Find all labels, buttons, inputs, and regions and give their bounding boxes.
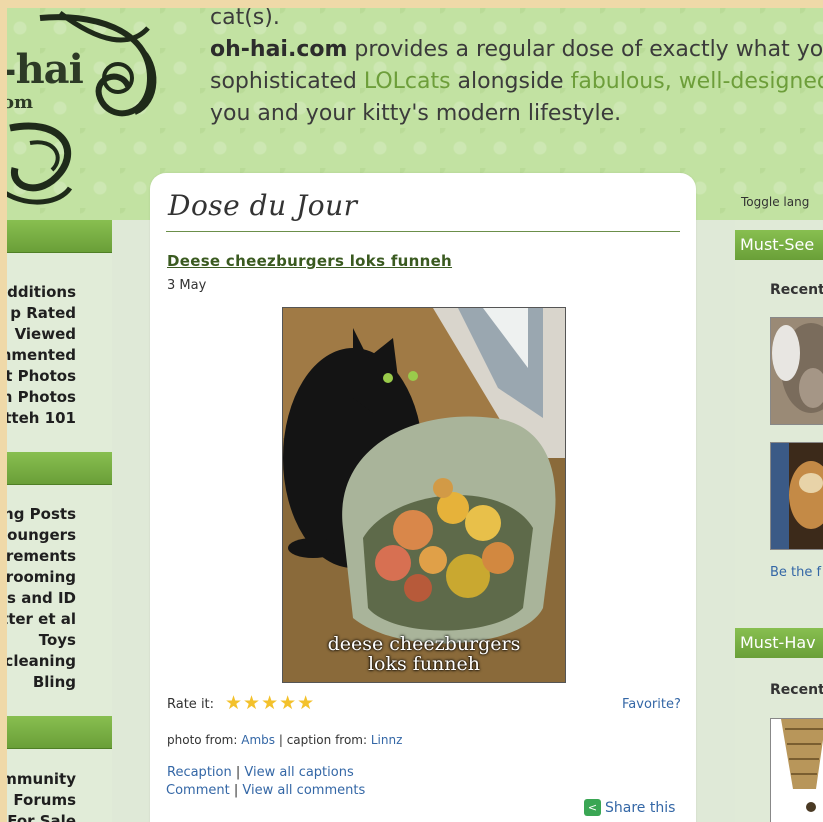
must-see-recent-label: Recent <box>770 282 823 298</box>
link-separator: | <box>233 783 239 798</box>
photo-credits: photo from: Ambs | caption from: Linnz <box>167 733 402 747</box>
left-section-header-2 <box>0 452 112 485</box>
comment-links: Comment | View all comments <box>166 783 365 798</box>
view-all-comments-link[interactable]: View all comments <box>242 783 365 798</box>
page-border-top <box>0 0 823 8</box>
left-menu-item[interactable]: oungers <box>0 525 76 546</box>
must-have-recent-label: Recent <box>770 682 823 698</box>
caption-links: Recaption | View all captions <box>167 765 354 780</box>
left-menu-item[interactable]: tter et al <box>0 609 76 630</box>
page-border-left <box>0 0 7 822</box>
left-menu-item[interactable]: n Photos <box>0 387 76 408</box>
left-menu-item[interactable]: Bling <box>0 672 76 693</box>
share-label: Share this <box>605 799 676 816</box>
toggle-language-link[interactable]: Toggle lang <box>741 195 809 209</box>
photo-from-user-link[interactable]: Ambs <box>241 733 275 747</box>
caption-from-label: | caption from: <box>278 733 368 747</box>
share-button[interactable]: < Share this <box>584 799 675 816</box>
post-title-link[interactable]: Deese cheezburgers loks funneh <box>167 252 452 270</box>
thumbnail-image <box>771 443 823 549</box>
cat-photo-image <box>283 308 565 682</box>
image-caption-line: loks funneh <box>367 653 481 675</box>
title-divider <box>166 231 680 232</box>
site-tagline: cat(s). oh-hai.com provides a regular do… <box>210 8 823 130</box>
logo-text: -hai <box>0 46 84 93</box>
tagline-line3: you and your kitty's modern lifestyle. <box>210 101 622 126</box>
tagline-line2b: alongside <box>450 69 571 94</box>
share-icon: < <box>584 799 601 816</box>
view-all-captions-link[interactable]: View all captions <box>244 765 353 780</box>
recaption-link[interactable]: Recaption <box>167 765 232 780</box>
image-caption: deese cheezburgers loks funneh <box>283 634 565 674</box>
be-first-link[interactable]: Be the f <box>770 565 821 580</box>
must-see-thumbnail[interactable] <box>770 442 823 550</box>
left-menu-item[interactable]: p Rated <box>0 303 76 324</box>
tagline-line2a: sophisticated <box>210 69 364 94</box>
must-have-thumbnail[interactable] <box>770 718 823 822</box>
lolcat-photo[interactable]: deese cheezburgers loks funneh <box>282 307 566 683</box>
tagline-top: cat(s). <box>210 8 280 30</box>
lolcats-link[interactable]: LOLcats <box>364 69 451 94</box>
rate-label: Rate it: <box>167 697 215 712</box>
left-menu-item[interactable]: Toys <box>0 630 76 651</box>
left-menu-item[interactable]: tteh 101 <box>0 408 76 429</box>
site-logo[interactable]: -hai om <box>0 8 165 220</box>
caption-from-user-link[interactable]: Linnz <box>371 733 403 747</box>
photo-from-label: photo from: <box>167 733 238 747</box>
left-menu-item[interactable]: t Photos <box>0 366 76 387</box>
comment-link[interactable]: Comment <box>166 783 230 798</box>
left-menu-item[interactable]: rooming <box>0 567 76 588</box>
left-menu-3: mmunity Forums For Sale <box>0 769 76 822</box>
fabulous-link[interactable]: fabulous, well-designed p <box>571 69 823 94</box>
page: -hai om cat(s). oh-hai.com provides a re… <box>0 8 823 822</box>
star-rating[interactable]: ★★★★★ <box>225 692 315 714</box>
left-section-header-1 <box>0 220 112 253</box>
left-menu-item[interactable]: nmented <box>0 345 76 366</box>
left-menu-item[interactable]: cleaning <box>0 651 76 672</box>
left-menu-1: dditions p Rated Viewed nmented t Photos… <box>0 282 76 429</box>
thumbnail-image <box>771 318 823 424</box>
right-sidebar: Must-See Recent Be the f Must-Hav Recent <box>735 220 823 822</box>
favorite-link[interactable]: Favorite? <box>622 697 681 712</box>
left-menu-item[interactable]: mmunity <box>0 769 76 790</box>
left-menu-item[interactable]: s and ID <box>0 588 76 609</box>
left-menu-2: ng Posts oungers rements rooming s and I… <box>0 504 76 693</box>
brand-name: oh-hai.com <box>210 37 348 62</box>
must-have-heading: Must-Hav <box>735 628 823 658</box>
must-see-thumbnail[interactable] <box>770 317 823 425</box>
image-caption-line: deese cheezburgers <box>327 633 521 655</box>
left-menu-item[interactable]: For Sale <box>0 811 76 822</box>
tagline-line1: provides a regular dose of exactly what … <box>347 37 823 62</box>
left-menu-item[interactable]: dditions <box>0 282 76 303</box>
left-menu-item[interactable]: Viewed <box>0 324 76 345</box>
section-title: Dose du Jour <box>168 189 358 222</box>
post-date: 3 May <box>167 278 207 293</box>
left-sidebar: dditions p Rated Viewed nmented t Photos… <box>0 220 112 822</box>
thumbnail-image <box>771 719 823 822</box>
dose-du-jour-panel: Dose du Jour Deese cheezburgers loks fun… <box>150 173 696 822</box>
left-menu-item[interactable]: Forums <box>0 790 76 811</box>
link-separator: | <box>235 765 241 780</box>
left-menu-item[interactable]: ng Posts <box>0 504 76 525</box>
left-section-header-3 <box>0 716 112 749</box>
must-see-heading: Must-See <box>735 230 823 260</box>
left-menu-item[interactable]: rements <box>0 546 76 567</box>
